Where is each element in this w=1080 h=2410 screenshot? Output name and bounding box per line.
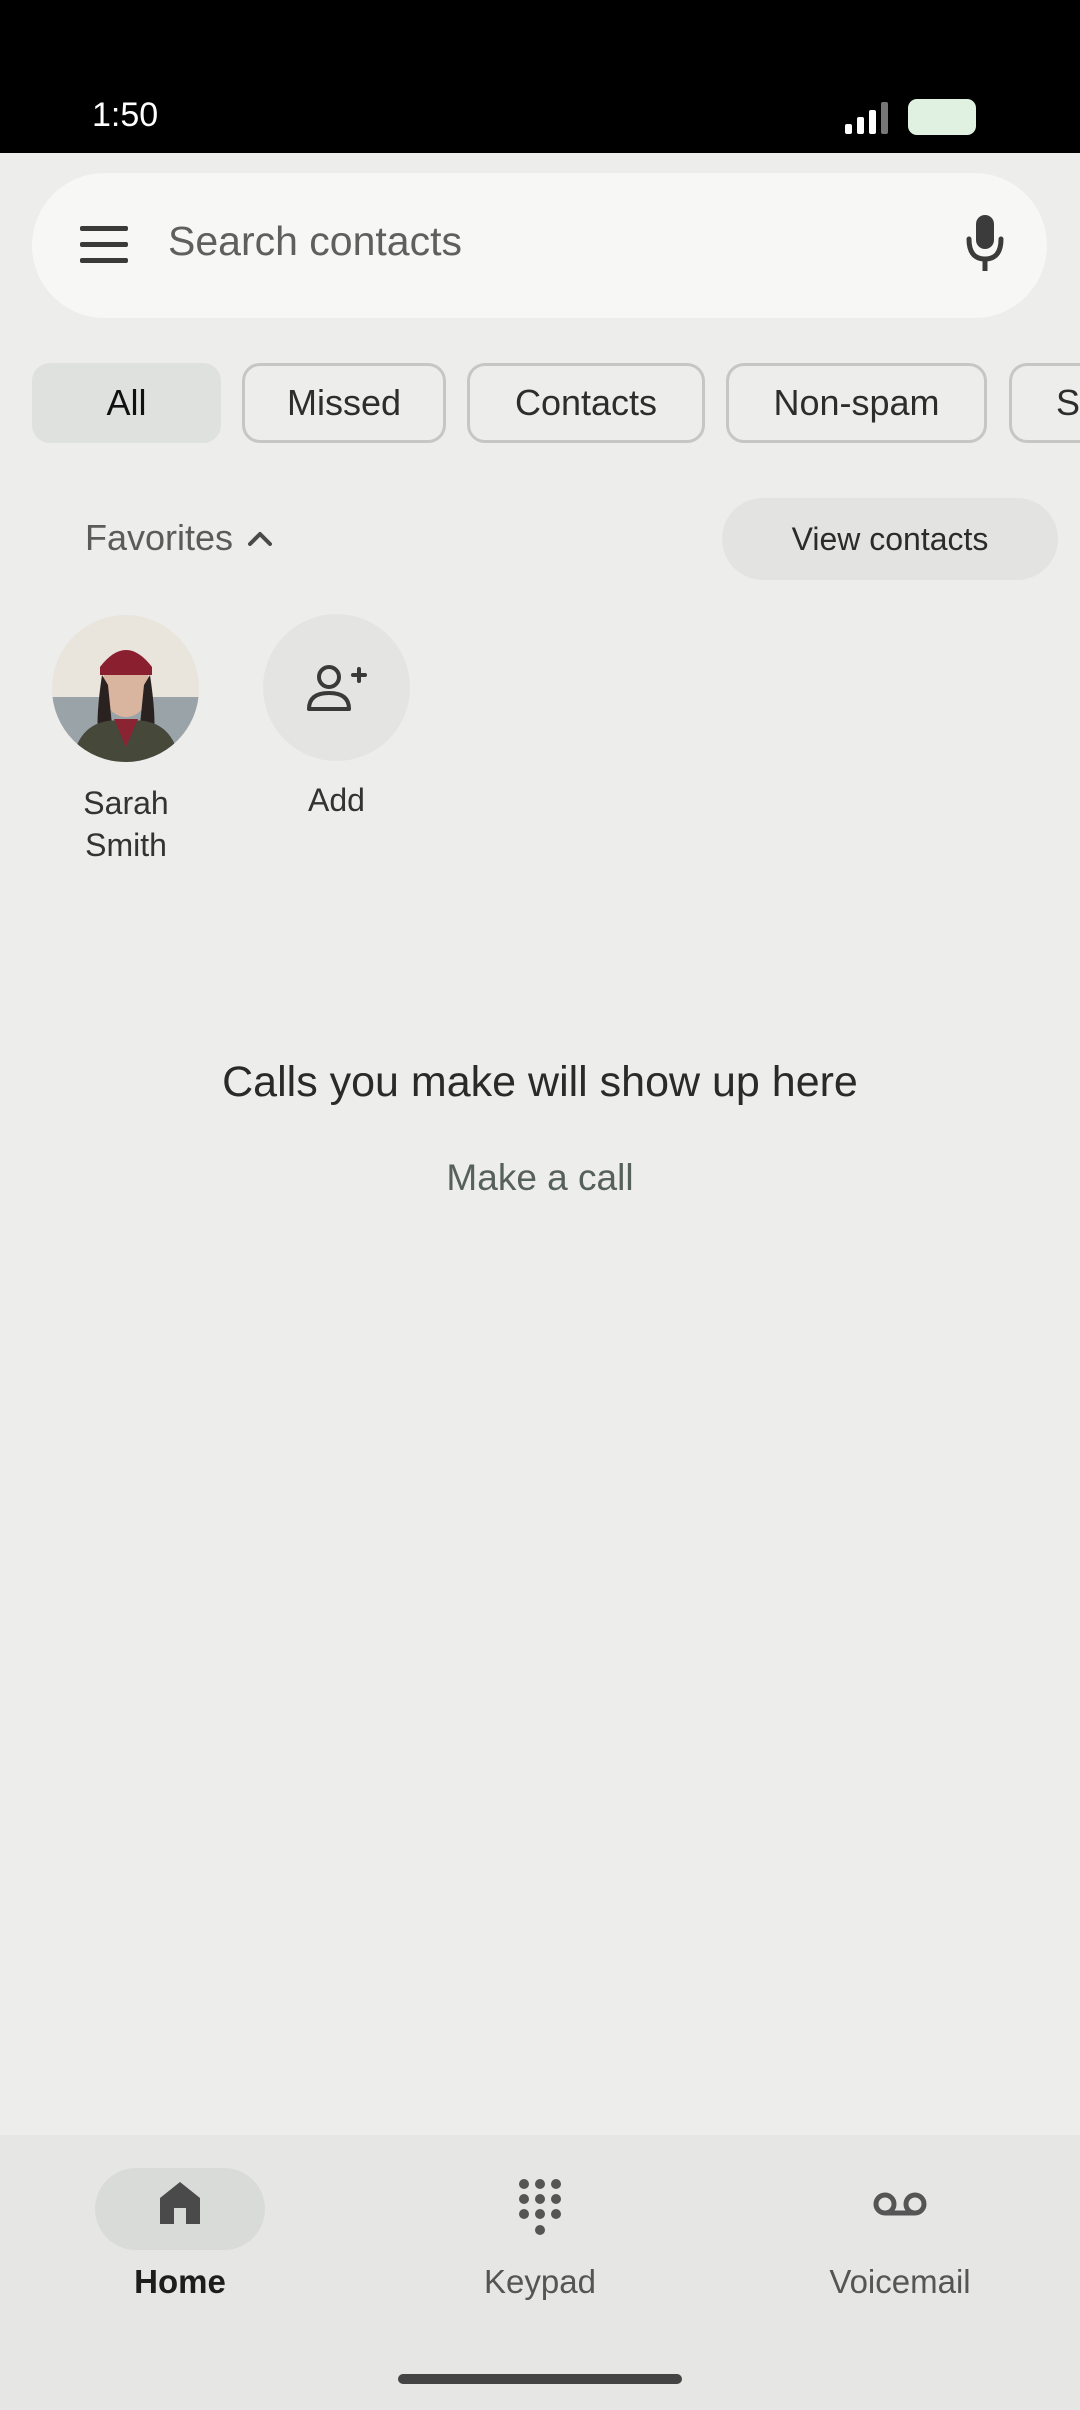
voicemail-icon — [873, 2192, 927, 2216]
filter-chip-missed[interactable]: Missed — [242, 363, 446, 443]
home-icon — [160, 2182, 200, 2224]
signal-icon — [845, 102, 888, 134]
filter-chip-spam[interactable]: Sp — [1009, 363, 1080, 443]
make-a-call-link[interactable]: Make a call — [0, 1157, 1080, 1199]
search-input[interactable]: Search contacts — [168, 218, 462, 265]
mic-icon[interactable] — [965, 213, 1005, 273]
nav-item-voicemail[interactable]: Voicemail — [720, 2135, 1080, 2335]
status-bar: 1:50 — [0, 0, 1080, 153]
avatar[interactable] — [52, 615, 199, 762]
empty-state-message: Calls you make will show up here — [222, 1058, 858, 1106]
chevron-up-icon — [248, 532, 273, 546]
favorite-contact-name: Sarah Smith — [83, 785, 169, 863]
contact-photo — [52, 615, 199, 762]
menu-icon[interactable] — [80, 226, 128, 264]
nav-item-home[interactable]: Home — [0, 2135, 360, 2335]
status-time: 1:50 — [92, 96, 159, 134]
bottom-navigation: Home Keypad Voicemail — [0, 2135, 1080, 2410]
add-person-icon — [306, 664, 367, 711]
gesture-handle[interactable] — [398, 2374, 682, 2384]
nav-item-keypad[interactable]: Keypad — [360, 2135, 720, 2335]
dialpad-icon — [519, 2179, 561, 2235]
filter-chip-non-spam[interactable]: Non-spam — [726, 363, 987, 443]
filter-chip-all[interactable]: All — [32, 363, 221, 443]
add-favorite-label: Add — [308, 782, 365, 818]
battery-icon — [908, 99, 976, 135]
favorites-title: Favorites — [85, 517, 234, 558]
nav-label-home: Home — [134, 2263, 226, 2300]
nav-label-voicemail: Voicemail — [829, 2263, 971, 2300]
filter-chip-contacts[interactable]: Contacts — [467, 363, 705, 443]
view-contacts-button[interactable]: View contacts — [722, 498, 1058, 580]
add-favorite-button[interactable] — [263, 614, 410, 761]
nav-label-keypad: Keypad — [484, 2263, 596, 2300]
favorites-toggle[interactable]: Favorites — [85, 517, 273, 559]
